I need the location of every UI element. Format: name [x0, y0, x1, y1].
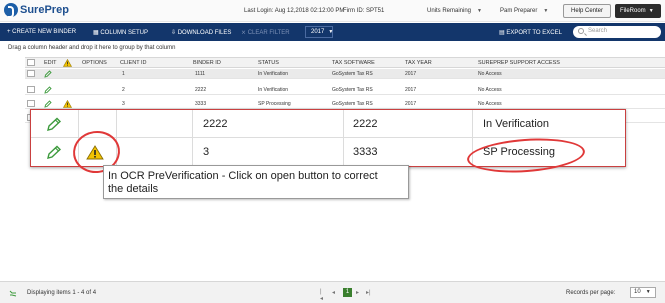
row-checkbox[interactable] [27, 86, 35, 93]
logo-text: SurePrep [20, 4, 69, 16]
download-icon: ⇩ [171, 30, 177, 36]
column-setup-label: COLUMN SETUP [100, 30, 149, 36]
cell-support-access: No Access [478, 71, 502, 77]
table-row[interactable]: 3 3333 SP Processing GoSystem Tax RS 201… [25, 99, 665, 109]
search-input[interactable]: Search [573, 26, 661, 38]
column-header-options[interactable]: OPTIONS [82, 60, 107, 66]
main-toolbar: + CREATE NEW BINDER ▦ COLUMN SETUP ⇩ DOW… [0, 23, 665, 41]
cell-client-id: 2 [122, 87, 125, 93]
column-header-tax-year[interactable]: TAX YEAR [405, 60, 432, 66]
download-files-button[interactable]: ⇩ DOWNLOAD FILES [171, 29, 231, 36]
zoom-binder-id: 2222 [203, 118, 228, 130]
create-new-binder-button[interactable]: + CREATE NEW BINDER [7, 29, 76, 35]
cell-binder-id: 2222 [195, 87, 207, 93]
table-row[interactable]: 1 1111 In Verification GoSystem Tax RS 2… [25, 69, 665, 79]
search-placeholder: Search [588, 28, 608, 34]
sureprep-logo-icon [4, 3, 18, 18]
grid-status-bar: Displaying items 1 - 4 of 4 |◂ ◂ 1 ▸ ▸| … [0, 281, 665, 303]
top-header: SurePrep Last Login: Aug 12,2018 02:12:0… [0, 0, 665, 22]
grid-header: EDIT OPTIONS CLIENT ID BINDER ID STATUS … [25, 57, 665, 68]
sureprep-logo[interactable]: SurePrep [4, 3, 69, 19]
clear-filter-icon: ⨯ [241, 30, 247, 36]
displaying-items-text: Displaying items 1 - 4 of 4 [27, 290, 97, 296]
clear-filter-label: CLEAR FILTER [247, 30, 290, 36]
cell-tax-software: GoSystem Tax RS [332, 71, 373, 77]
records-per-page-select[interactable]: 10 ▼ [630, 287, 656, 298]
cell-tax-year: 2017 [405, 87, 417, 93]
zoom-row[interactable]: 2222 2222 In Verification [31, 110, 625, 138]
edit-pencil-icon[interactable] [46, 117, 62, 134]
column-header-support-access[interactable]: SUREPREP SUPPORT ACCESS [478, 60, 560, 66]
cell-binder-id: 3333 [195, 101, 207, 107]
cell-tax-software: GoSystem Tax RS [332, 87, 373, 93]
first-page-icon[interactable]: |◂ [320, 289, 323, 302]
edit-pencil-icon[interactable] [44, 70, 52, 80]
excel-icon: ▤ [499, 30, 505, 36]
cell-client-id: 1 [122, 71, 125, 77]
export-to-excel-button[interactable]: ▤ EXPORT TO EXCEL [499, 29, 562, 36]
cell-support-access: No Access [478, 101, 502, 107]
cell-tax-year: 2017 [405, 101, 417, 107]
column-header-status[interactable]: STATUS [258, 60, 279, 66]
records-per-page-value: 10 [634, 289, 641, 295]
tax-year-value: 2017 [311, 29, 325, 35]
cell-tax-year: 2017 [405, 71, 417, 77]
chevron-down-icon: ▼ [328, 29, 334, 35]
edit-pencil-icon[interactable] [44, 86, 52, 96]
fileroom-button[interactable]: FileRoom ▼ [615, 4, 661, 18]
zoom-status: In Verification [483, 118, 550, 130]
refresh-icon[interactable] [8, 289, 18, 300]
cell-tax-software: GoSystem Tax RS [332, 101, 373, 107]
user-dropdown[interactable]: Pam Preparer ▼ [500, 8, 548, 14]
cell-support-access: No Access [478, 87, 502, 93]
select-all-checkbox[interactable] [27, 59, 35, 66]
table-row[interactable]: 2 2222 In Verification GoSystem Tax RS 2… [25, 85, 665, 95]
help-center-button[interactable]: Help Center [563, 4, 611, 18]
cell-status: SP Processing [258, 101, 291, 107]
next-page-icon[interactable]: ▸ [356, 289, 359, 296]
user-name-label: Pam Preparer [500, 8, 538, 14]
fileroom-label: FileRoom [620, 8, 646, 14]
search-icon [578, 28, 584, 34]
column-header-binder-id[interactable]: BINDER ID [193, 60, 221, 66]
zoom-tax-software-id: 2222 [353, 118, 378, 130]
column-header-edit[interactable]: EDIT [44, 60, 57, 66]
cell-status: In Verification [258, 71, 289, 77]
column-header-tax-software[interactable]: TAX SOFTWARE [332, 60, 375, 66]
edit-pencil-icon[interactable] [46, 145, 62, 162]
cell-client-id: 3 [122, 101, 125, 107]
cell-status: In Verification [258, 87, 289, 93]
units-remaining-dropdown[interactable]: Units Remaining ▼ [427, 8, 482, 14]
tooltip-line-1: In OCR PreVerification - Click on open b… [108, 170, 378, 182]
row-checkbox[interactable] [27, 70, 35, 77]
chevron-down-icon: ▼ [645, 289, 651, 295]
column-header-client-id[interactable]: CLIENT ID [120, 60, 147, 66]
download-files-label: DOWNLOAD FILES [177, 30, 232, 36]
prev-page-icon[interactable]: ◂ [332, 289, 335, 296]
export-excel-label: EXPORT TO EXCEL [506, 30, 562, 36]
chevron-down-icon: ▼ [648, 8, 654, 14]
last-page-icon[interactable]: ▸| [366, 289, 371, 296]
group-by-hint: Drag a column header and drop it here to… [8, 45, 176, 51]
zoom-tax-software-id: 3333 [353, 146, 378, 158]
firm-id-text: Firm ID: SPT51 [343, 8, 385, 14]
warning-column-icon [62, 58, 73, 69]
chevron-down-icon: ▼ [543, 8, 549, 14]
units-remaining-label: Units Remaining [427, 8, 472, 14]
row-checkbox[interactable] [27, 100, 35, 107]
chevron-down-icon: ▼ [477, 8, 482, 14]
warning-tooltip: In OCR PreVerification - Click on open b… [103, 165, 409, 199]
last-login-text: Last Login: Aug 12,2018 02:12:00 PM [244, 8, 345, 14]
columns-icon: ▦ [93, 30, 99, 36]
column-setup-button[interactable]: ▦ COLUMN SETUP [93, 29, 148, 36]
tooltip-line-2: the details [108, 183, 159, 195]
clear-filter-button[interactable]: ⨯ CLEAR FILTER [241, 29, 290, 36]
current-page-button[interactable]: 1 [343, 288, 352, 297]
records-per-page-label: Records per page: [566, 290, 616, 296]
tax-year-dropdown[interactable]: 2017 ▼ [305, 26, 333, 38]
cell-binder-id: 1111 [195, 71, 206, 77]
zoom-binder-id: 3 [203, 146, 210, 158]
